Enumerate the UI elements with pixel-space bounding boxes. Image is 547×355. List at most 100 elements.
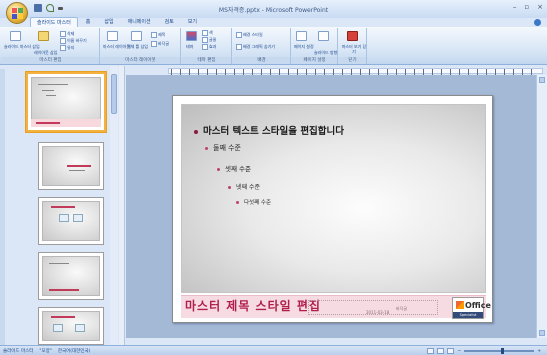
window-title: MS자격증.pptx - Microsoft PowerPoint xyxy=(218,7,329,14)
bullet-level-3[interactable]: 셋째 수준 xyxy=(217,163,251,173)
group-label-page-setup: 페이지 설정 xyxy=(292,57,337,64)
group-page-setup: 페이지 설정 슬라이드 방향 페이지 설정 xyxy=(292,28,338,64)
ribbon: 슬라이드 마스터 삽입 레이아웃 삽입 삭제 이름 바꾸기 유지 마스터 편집 … xyxy=(0,27,547,65)
thumbnail-title-line xyxy=(49,289,79,291)
bullet-icon xyxy=(194,129,198,134)
tab-view[interactable]: 보기 xyxy=(182,17,203,27)
bullet-level-2[interactable]: 둘째 수준 xyxy=(205,143,241,153)
zoom-out-button[interactable]: − xyxy=(457,349,461,354)
slide-scrollbar[interactable] xyxy=(536,75,547,338)
slideshow-button[interactable] xyxy=(447,348,455,354)
rename-button[interactable]: 이름 바꾸기 xyxy=(60,38,87,44)
footers-checkbox[interactable]: 바닥글 xyxy=(151,41,169,47)
slide-orientation-icon[interactable] xyxy=(318,31,329,41)
office-specialist-logo: Office Specialist xyxy=(452,297,491,319)
horizontal-ruler xyxy=(168,68,543,75)
logo-word: Office xyxy=(465,301,491,310)
status-bar: 슬라이드 마스터 "모양" 한국어(대한민국) − + xyxy=(0,345,547,355)
footer-text: 바닥글 xyxy=(396,306,408,311)
background-styles-button[interactable]: 배경 스타일 xyxy=(236,32,263,38)
group-label-master-layout: 마스터 레이아웃 xyxy=(101,57,180,64)
zoom-slider-knob[interactable] xyxy=(501,348,505,354)
title-checkbox[interactable]: 제목 xyxy=(151,32,165,38)
thumbnail-layout-4[interactable] xyxy=(38,307,104,345)
title-bar: MS자격증.pptx - Microsoft PowerPoint – ▫ × xyxy=(0,0,547,18)
bullet-icon xyxy=(205,146,208,150)
bullet-level-5[interactable]: 다섯째 수준 xyxy=(236,198,271,206)
tab-slide-master[interactable]: 슬라이드 마스터 xyxy=(30,17,78,27)
thumbnail-layout-1[interactable] xyxy=(38,142,104,190)
slide-orientation-button[interactable]: 슬라이드 방향 xyxy=(314,50,337,55)
themes-button[interactable]: 테마 xyxy=(186,44,193,49)
insert-layout-button[interactable]: 레이아웃 삽입 xyxy=(34,50,57,55)
page-setup-button[interactable]: 페이지 설정 xyxy=(294,44,314,49)
thumbnail-text-line xyxy=(46,95,56,96)
insert-slide-master-button[interactable]: 슬라이드 마스터 삽입 xyxy=(4,44,40,49)
thumbnail-scroll-thumb[interactable] xyxy=(111,74,117,114)
thumbnail-strip xyxy=(0,69,5,345)
thumbnail-layout-3[interactable] xyxy=(38,252,104,300)
thumbnail-scrollbar[interactable] xyxy=(110,66,118,345)
logo-subtitle: Specialist xyxy=(453,312,483,318)
bullet-icon xyxy=(217,167,220,171)
powerpoint-window: MS자격증.pptx - Microsoft PowerPoint – ▫ × … xyxy=(0,0,547,355)
scroll-down-button[interactable] xyxy=(539,330,545,336)
master-layout-button[interactable]: 마스터 레이아웃 xyxy=(103,44,130,49)
group-label-edit-master: 마스터 편집 xyxy=(2,57,99,64)
bullet-icon xyxy=(236,201,239,204)
hide-background-graphics-checkbox[interactable]: 배경 그래픽 숨기기 xyxy=(236,44,275,50)
thumbnail-text-line xyxy=(69,170,85,171)
effects-button[interactable]: 효과 xyxy=(202,44,216,50)
close-master-view-button[interactable]: 마스터 보기 닫기 xyxy=(341,44,367,54)
slide-title-placeholder[interactable]: 마스터 제목 스타일 편집 xyxy=(185,297,321,314)
thumbnail-text-line xyxy=(49,263,69,264)
view-controls: − + xyxy=(427,348,541,354)
thumbnail-text-line xyxy=(38,84,68,85)
insert-layout-icon[interactable] xyxy=(38,31,49,41)
group-edit-master: 슬라이드 마스터 삽입 레이아웃 삽입 삭제 이름 바꾸기 유지 마스터 편집 xyxy=(2,28,100,64)
status-language[interactable]: 한국어(대한민국) xyxy=(58,348,91,354)
status-view: 슬라이드 마스터 xyxy=(3,349,34,354)
insert-slide-master-icon[interactable] xyxy=(10,31,21,41)
fonts-button[interactable]: 글꼴 xyxy=(202,37,216,43)
minimize-button[interactable]: – xyxy=(513,3,517,11)
group-close: 마스터 보기 닫기 닫기 xyxy=(339,28,367,64)
tab-home[interactable]: 홈 xyxy=(80,17,97,27)
scroll-up-button[interactable] xyxy=(539,77,545,83)
delete-button[interactable]: 삭제 xyxy=(60,31,74,37)
group-edit-theme: 테마 색 글꼴 효과 테마 편집 xyxy=(182,28,232,64)
insert-placeholder-icon[interactable] xyxy=(131,31,142,41)
thumbnail-placeholder-box xyxy=(53,324,63,332)
page-setup-icon[interactable] xyxy=(296,31,307,41)
zoom-in-button[interactable]: + xyxy=(537,349,541,354)
group-label-edit-theme: 테마 편집 xyxy=(182,57,231,64)
normal-view-button[interactable] xyxy=(427,348,435,354)
insert-placeholder-button[interactable]: 개체 틀 삽입 xyxy=(127,44,148,49)
themes-icon[interactable] xyxy=(186,31,197,41)
thumbnail-layout-2[interactable] xyxy=(38,197,104,245)
thumbnail-title-line xyxy=(51,316,75,318)
thumbnail-title-line xyxy=(51,206,75,208)
bullet-level-1-text: 마스터 텍스트 스타일을 편집합니다 xyxy=(203,126,345,137)
thumbnail-title-line xyxy=(67,165,91,167)
maximize-button[interactable]: ▫ xyxy=(524,3,529,11)
colors-button[interactable]: 색 xyxy=(202,30,213,36)
close-button[interactable]: × xyxy=(537,3,543,11)
slide-sorter-button[interactable] xyxy=(437,348,445,354)
thumbnail-placeholder-box xyxy=(73,214,83,222)
status-theme: "모양" xyxy=(39,349,52,354)
office-button[interactable] xyxy=(6,2,28,24)
help-icon[interactable] xyxy=(534,19,541,26)
bullet-level-4[interactable]: 넷째 수준 xyxy=(228,182,260,191)
master-layout-icon[interactable] xyxy=(107,31,118,41)
tab-insert[interactable]: 삽입 xyxy=(98,17,119,27)
thumbnail-master[interactable] xyxy=(26,72,106,132)
preserve-button[interactable]: 유지 xyxy=(60,45,74,51)
bullet-level-1[interactable]: 마스터 텍스트 스타일을 편집합니다 xyxy=(194,123,344,137)
close-master-view-icon[interactable] xyxy=(347,31,358,41)
tab-animations[interactable]: 애니메이션 xyxy=(122,17,157,27)
tab-review[interactable]: 검토 xyxy=(159,17,180,27)
zoom-slider[interactable] xyxy=(464,348,535,354)
slide-thumbnail-pane xyxy=(0,66,118,345)
ribbon-tabs: 슬라이드 마스터 홈 삽입 애니메이션 검토 보기 xyxy=(30,17,203,27)
